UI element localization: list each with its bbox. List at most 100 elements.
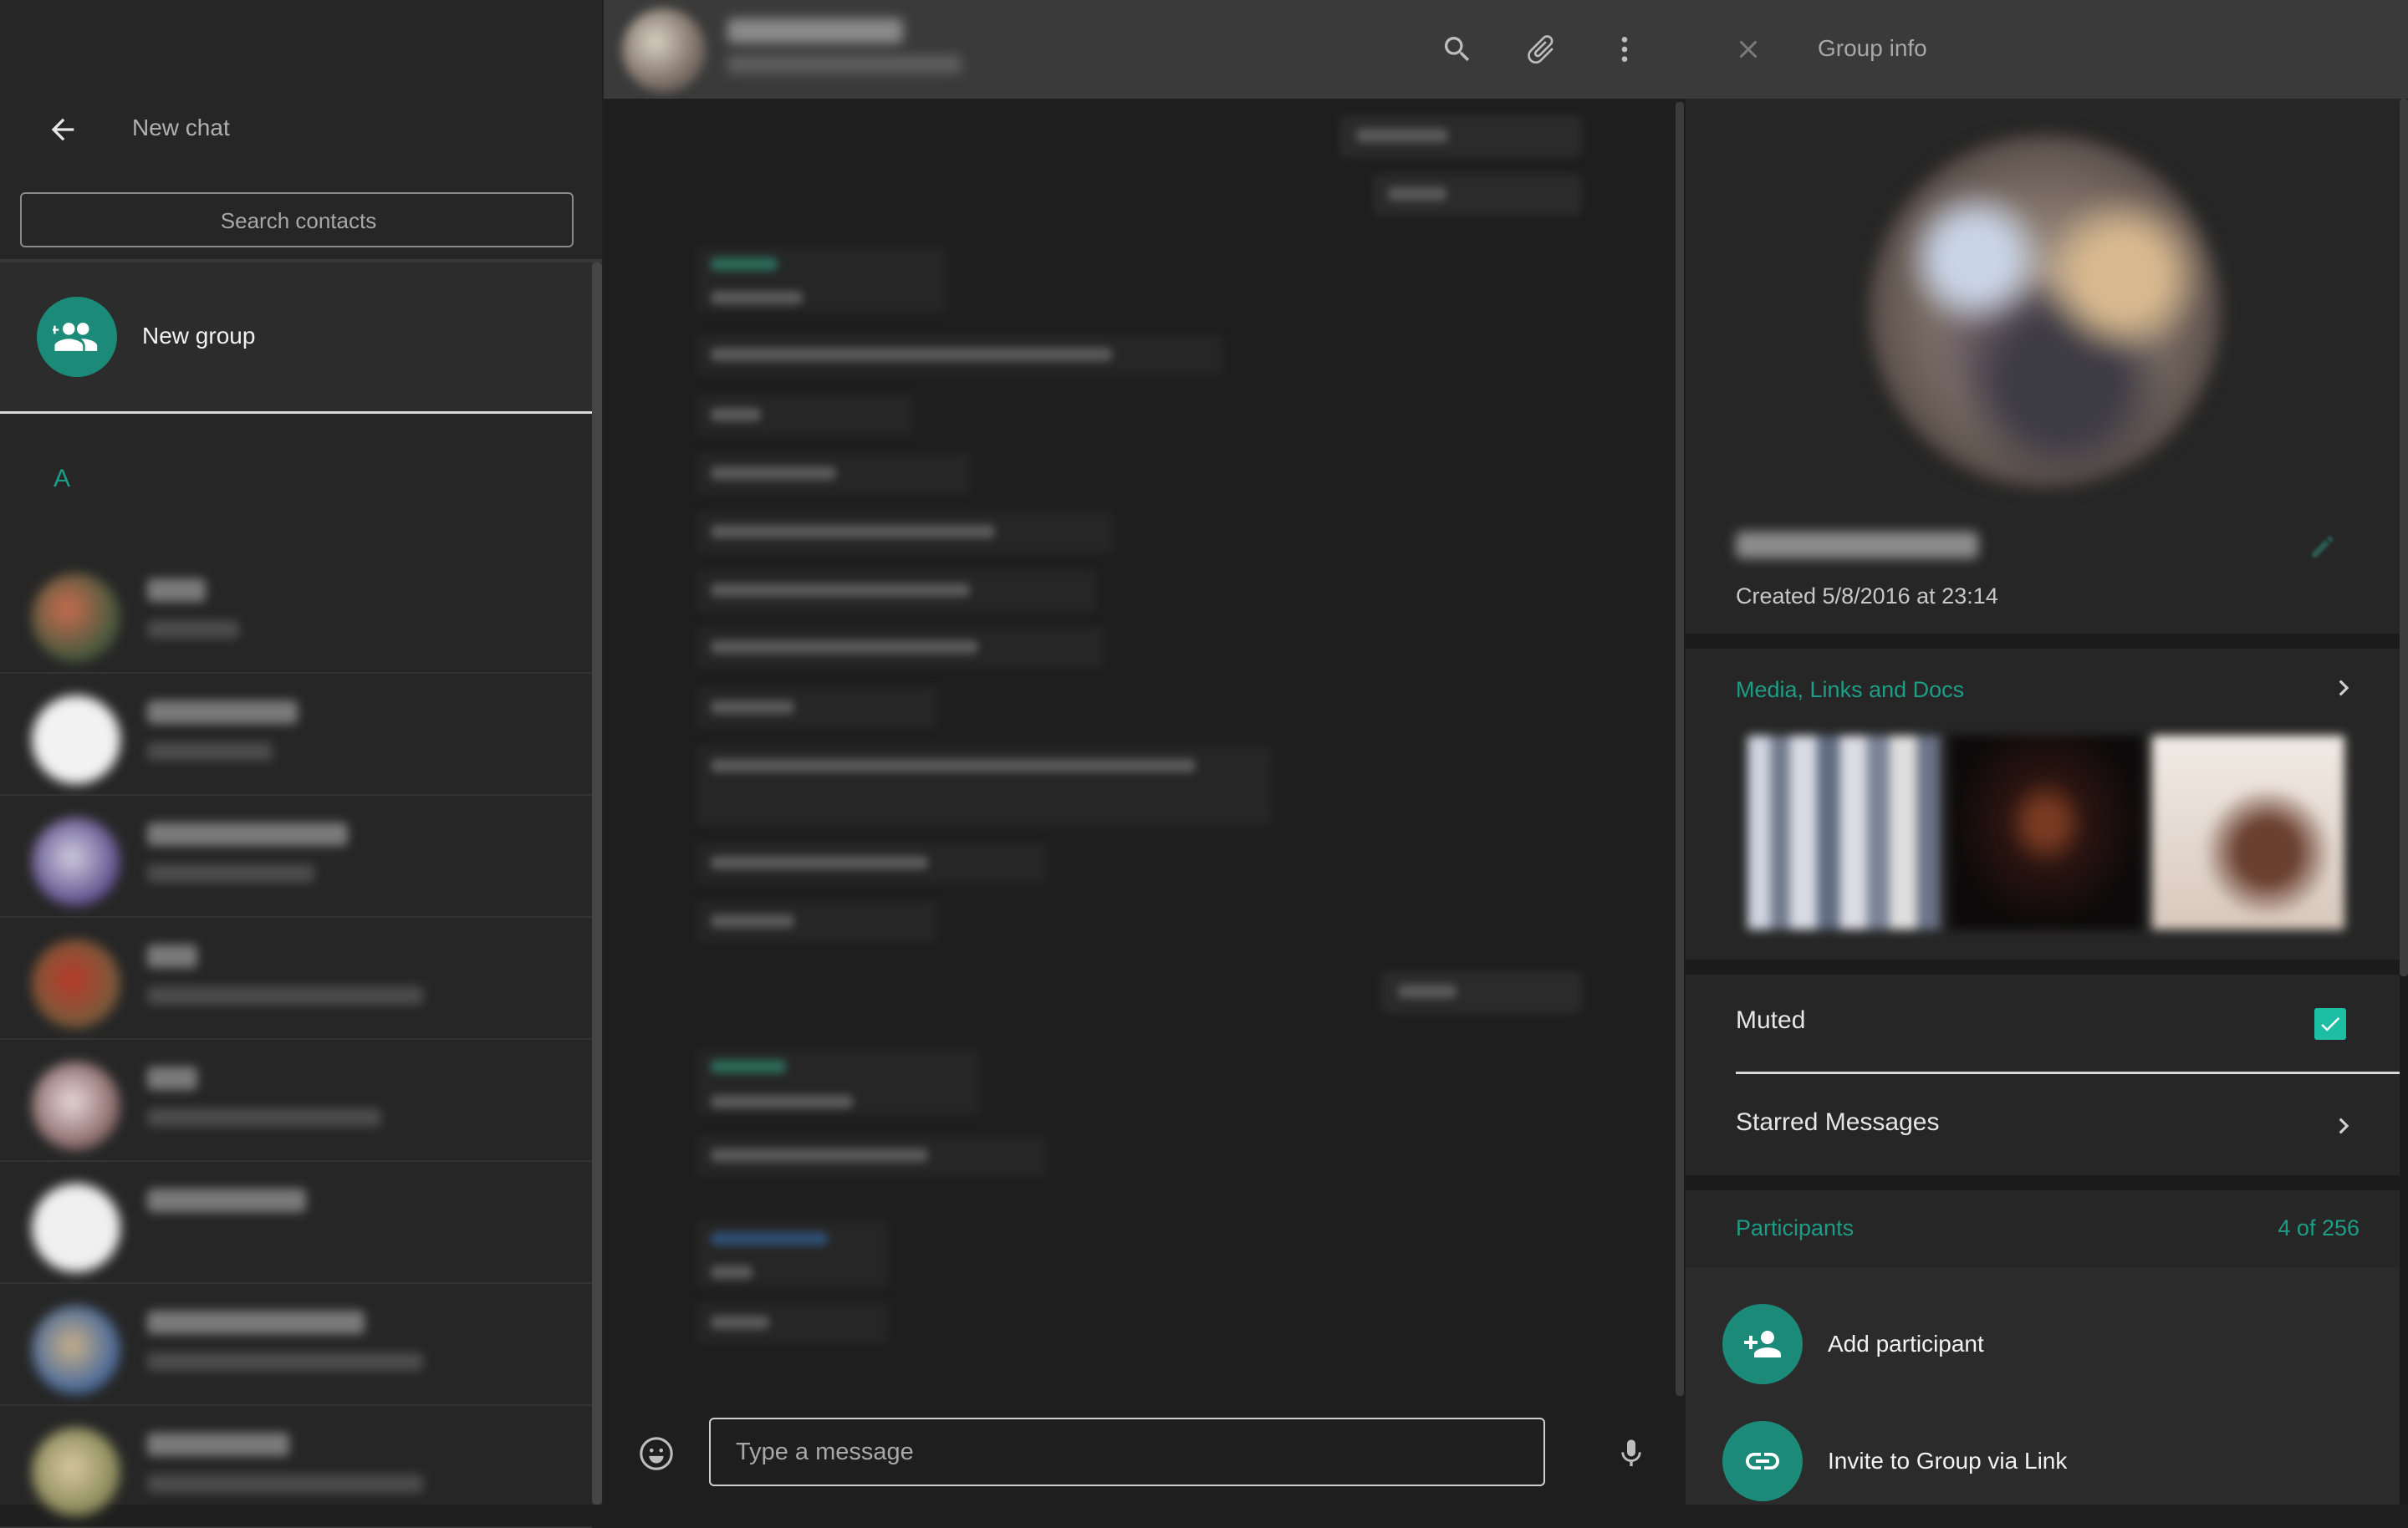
contact-row[interactable] — [0, 1406, 592, 1528]
contact-avatar — [32, 1184, 120, 1272]
contact-name-blurred — [147, 1067, 197, 1090]
contact-row[interactable] — [0, 674, 592, 796]
participants-list: Add participant Invite to Group via Link — [1686, 1267, 2400, 1505]
contact-row[interactable] — [0, 796, 592, 918]
search-contacts-field[interactable] — [20, 192, 575, 247]
media-links-docs-section: Media, Links and Docs — [1686, 649, 2400, 960]
message-text-blurred — [711, 856, 928, 869]
group-profile-section: Created 5/8/2016 at 23:14 — [1686, 99, 2400, 634]
contact-name-blurred — [147, 1189, 306, 1212]
search-icon[interactable] — [1436, 28, 1478, 70]
message-text-blurred — [711, 640, 978, 654]
contacts-scrollbar-thumb[interactable] — [592, 262, 602, 1505]
attach-icon[interactable] — [1520, 28, 1562, 70]
more-options-icon[interactable] — [1604, 28, 1645, 70]
contact-status-blurred — [147, 1108, 381, 1127]
message-list[interactable] — [604, 99, 1686, 1399]
sender-name-blurred — [711, 257, 778, 271]
muted-checkbox[interactable] — [2314, 1008, 2346, 1040]
person-add-icon — [1722, 1304, 1803, 1384]
new-chat-header: New chat — [0, 0, 602, 192]
message-input-field[interactable] — [709, 1418, 1545, 1486]
contact-name-blurred — [147, 700, 298, 724]
message-text-blurred — [1398, 985, 1457, 998]
new-group-button[interactable]: New group — [0, 262, 592, 413]
message-text-blurred — [711, 1095, 853, 1108]
message-text-blurred — [711, 408, 761, 421]
message-input[interactable] — [711, 1419, 1543, 1485]
contact-status-blurred — [147, 986, 423, 1005]
checkmark-icon — [2321, 1017, 2340, 1031]
contact-name-blurred — [147, 1311, 365, 1334]
group-info-scrollbar[interactable] — [2400, 99, 2408, 976]
message-composer — [604, 1399, 1686, 1505]
message-text-blurred — [711, 583, 970, 597]
contact-status-blurred — [147, 1475, 423, 1493]
media-links-docs-link[interactable]: Media, Links and Docs — [1736, 677, 1964, 703]
participants-label: Participants — [1736, 1215, 1854, 1240]
contact-avatar — [32, 817, 120, 906]
back-arrow-icon[interactable] — [42, 109, 84, 150]
media-thumbnail[interactable] — [1950, 736, 2142, 930]
contact-name-blurred — [147, 578, 206, 602]
invite-via-link-button[interactable]: Invite to Group via Link — [1686, 1384, 2400, 1501]
chat-settings-section: Muted Starred Messages — [1686, 975, 2400, 1175]
chat-participants-blurred — [727, 55, 962, 74]
contact-list — [0, 552, 592, 1528]
message-text-blurred — [711, 1316, 769, 1329]
contact-avatar — [32, 1428, 120, 1516]
contact-avatar — [32, 1062, 120, 1150]
contact-avatar — [32, 940, 120, 1028]
contact-row[interactable] — [0, 1284, 592, 1406]
chat-header[interactable] — [604, 0, 1686, 99]
participants-header: Participants 4 of 256 — [1686, 1190, 2400, 1267]
emoji-icon[interactable] — [635, 1433, 677, 1475]
section-letter: A — [54, 465, 71, 492]
media-thumbnail[interactable] — [1747, 736, 1940, 930]
contact-row[interactable] — [0, 552, 592, 674]
focus-underline — [1736, 1072, 2400, 1074]
message-text-blurred — [1356, 129, 1448, 142]
chevron-right-icon — [2323, 1105, 2365, 1147]
message-bubble-incoming — [696, 746, 1273, 826]
group-name-blurred — [1736, 532, 1978, 558]
message-text-blurred — [711, 466, 836, 480]
invite-via-link-label: Invite to Group via Link — [1828, 1448, 2068, 1474]
contact-row[interactable] — [0, 1040, 592, 1162]
group-photo[interactable] — [1870, 135, 2221, 486]
media-thumbnail[interactable] — [2152, 736, 2344, 930]
group-add-icon — [37, 297, 117, 377]
new-chat-panel: New chat New group A — [0, 0, 602, 1528]
sender-name-blurred — [711, 1232, 828, 1245]
chat-title-blurred — [727, 18, 903, 43]
group-info-title: Group info — [1818, 35, 1927, 61]
muted-label: Muted — [1736, 1006, 1806, 1034]
contact-status-blurred — [147, 620, 239, 639]
message-text-blurred — [711, 759, 1196, 772]
message-text-blurred — [711, 1266, 752, 1279]
sender-name-blurred — [711, 1060, 786, 1073]
chat-scrollbar[interactable] — [1676, 102, 1684, 1396]
contact-status-blurred — [147, 1352, 423, 1371]
message-text-blurred — [711, 348, 1112, 361]
focus-underline — [0, 411, 592, 414]
microphone-icon[interactable] — [1610, 1433, 1652, 1475]
contact-row[interactable] — [0, 1162, 592, 1284]
message-text-blurred — [711, 700, 794, 714]
contact-row[interactable] — [0, 918, 592, 1040]
close-icon[interactable] — [1727, 28, 1769, 70]
chat-panel — [604, 0, 1686, 1505]
message-text-blurred — [711, 1149, 928, 1162]
contact-name-blurred — [147, 1433, 289, 1456]
contact-avatar — [32, 695, 120, 784]
edit-pencil-icon[interactable] — [2304, 528, 2341, 565]
new-group-label: New group — [142, 323, 256, 349]
chat-avatar[interactable] — [622, 8, 706, 92]
contact-name-blurred — [147, 823, 348, 846]
chevron-right-icon[interactable] — [2323, 667, 2365, 709]
contact-avatar — [32, 573, 120, 662]
contact-status-blurred — [147, 864, 314, 883]
search-contacts-input[interactable] — [22, 194, 575, 247]
starred-messages-button[interactable]: Starred Messages — [1686, 1075, 2400, 1175]
add-participant-button[interactable]: Add participant — [1686, 1267, 2400, 1384]
